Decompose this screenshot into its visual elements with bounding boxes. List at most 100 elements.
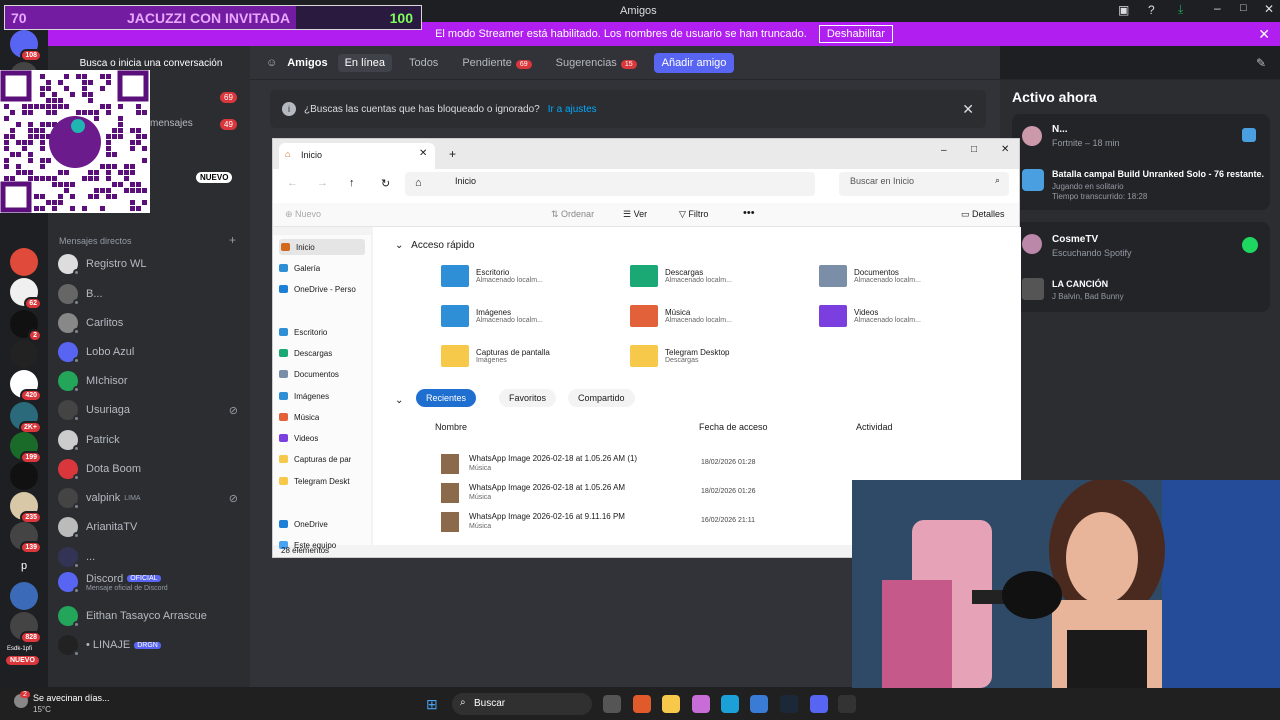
forward-icon[interactable]: →	[317, 177, 328, 189]
quick-access-item[interactable]: Escritorio Almacenado localm...	[441, 265, 543, 287]
file-row[interactable]: WhatsApp Image 2026-02-18 at 1.05.26 AM …	[439, 452, 999, 478]
edge-icon[interactable]	[721, 695, 739, 713]
dm-item[interactable]: MIchisor	[58, 367, 244, 395]
view-button[interactable]: ☰ Ver	[623, 209, 647, 220]
filter-pill[interactable]: Favoritos	[499, 389, 557, 407]
server-icon[interactable]: 199	[10, 432, 42, 464]
explorer-icon[interactable]	[662, 695, 680, 713]
nav-item[interactable]: Galería	[279, 260, 320, 276]
more-icon[interactable]: •••	[743, 207, 755, 219]
active-card-fortnite[interactable]: N... Fortnite – 18 min Batalla campal Bu…	[1012, 114, 1270, 210]
column-header[interactable]: Fecha de acceso	[699, 422, 768, 432]
copilot-icon[interactable]	[692, 695, 710, 713]
server-icon[interactable]: 139	[10, 522, 42, 554]
message-requests-label[interactable]: mensajes	[150, 118, 193, 129]
dm-item[interactable]: B...	[58, 280, 244, 308]
dm-item[interactable]: Discord OFICIAL Mensaje oficial de Discord	[58, 568, 244, 596]
quick-access-item[interactable]: Descargas Almacenado localm...	[630, 265, 732, 287]
server-icon[interactable]: 420	[10, 370, 42, 402]
tab-all[interactable]: Todos	[402, 54, 445, 72]
discord-icon[interactable]	[810, 695, 828, 713]
close-window-button[interactable]: ✕	[1264, 2, 1274, 16]
settings-link[interactable]: Ir a ajustes	[548, 104, 597, 115]
brave-icon[interactable]	[633, 695, 651, 713]
close-info-icon[interactable]: ✕	[962, 101, 974, 118]
tab-online[interactable]: En línea	[337, 53, 392, 72]
filter-pill[interactable]: Compartido	[568, 389, 635, 407]
dm-item[interactable]: • LINAJE DRGN	[58, 631, 244, 659]
close-tab-icon[interactable]: ✕	[419, 148, 427, 159]
quick-access-item[interactable]: Música Almacenado localm...	[630, 305, 732, 327]
quick-access-item[interactable]: Telegram Desktop Descargas	[630, 345, 729, 367]
dm-item[interactable]: valpink LIMA ⊘	[58, 484, 244, 512]
obs-icon[interactable]	[838, 695, 856, 713]
add-friend-button[interactable]: Añadir amigo	[653, 52, 735, 73]
server-icon[interactable]	[10, 582, 38, 610]
server-icon[interactable]: 2K+	[10, 402, 42, 434]
details-button[interactable]: ▭ Detalles	[961, 209, 1005, 220]
dm-item[interactable]: Dota Boom	[58, 455, 244, 483]
filter-pill[interactable]: Recientes	[416, 389, 477, 407]
server-icon[interactable]: 828	[10, 612, 42, 644]
quick-access-item[interactable]: Capturas de pantalla Imágenes	[441, 345, 550, 367]
store-icon[interactable]	[750, 695, 768, 713]
taskbar-search[interactable]	[452, 693, 592, 715]
dm-item[interactable]: Lobo Azul	[58, 338, 244, 366]
sort-button[interactable]: ⇅ Ordenar	[551, 209, 594, 220]
nav-item[interactable]: Escritorio	[279, 324, 327, 340]
inbox-icon[interactable]: ▣	[1118, 3, 1129, 17]
dm-item[interactable]: Registro WL	[58, 250, 244, 278]
server-icon[interactable]	[10, 248, 38, 276]
nav-item[interactable]: Inicio	[279, 239, 365, 255]
maximize-button[interactable]: □	[971, 144, 977, 155]
new-group-dm-icon[interactable]: ✎	[1256, 56, 1266, 70]
new-tab-icon[interactable]: +	[449, 147, 456, 161]
nav-item[interactable]: Imágenes	[279, 388, 329, 404]
tab-suggestions[interactable]: Sugerencias 15	[549, 54, 644, 72]
taskview-icon[interactable]	[603, 695, 621, 713]
dm-item[interactable]: ...	[58, 543, 244, 571]
server-icon[interactable]	[10, 462, 38, 490]
dm-item[interactable]: Carlitos	[58, 309, 244, 337]
add-dm-icon[interactable]: +	[229, 233, 236, 247]
nav-item[interactable]: Videos	[279, 430, 318, 446]
nav-item[interactable]: Documentos	[279, 366, 339, 382]
dm-item[interactable]: Usuriaga ⊘	[58, 396, 244, 424]
dm-item[interactable]: Patrick	[58, 426, 244, 454]
server-icon[interactable]: 235	[10, 492, 42, 524]
server-icon[interactable]: p	[10, 552, 38, 580]
minimize-button[interactable]: –	[1214, 1, 1221, 15]
tab-pending[interactable]: Pendiente 69	[455, 54, 538, 72]
quick-access-item[interactable]: Imágenes Almacenado localm...	[441, 305, 543, 327]
quick-access-item[interactable]: Videos Almacenado localm...	[819, 305, 921, 327]
close-window-button[interactable]: ✕	[1001, 144, 1009, 155]
nav-item[interactable]: Telegram Deskt	[279, 473, 350, 489]
filter-button[interactable]: ▽ Filtro	[679, 209, 708, 220]
server-icon[interactable]: 2	[10, 310, 42, 342]
minimize-button[interactable]: –	[941, 145, 947, 156]
refresh-icon[interactable]: ↻	[381, 177, 390, 190]
nav-item[interactable]: Música	[279, 409, 319, 425]
server-icon[interactable]	[10, 340, 38, 368]
maximize-button[interactable]: □	[1240, 2, 1247, 14]
weather-title[interactable]: Se avecinan días...	[33, 693, 110, 703]
quick-access-item[interactable]: Documentos Almacenado localm...	[819, 265, 921, 287]
column-header[interactable]: Actividad	[856, 422, 893, 432]
back-icon[interactable]: ←	[287, 177, 298, 189]
server-icon[interactable]: 62	[10, 278, 42, 310]
nav-item[interactable]: Descargas	[279, 345, 332, 361]
close-banner-icon[interactable]: ✕	[1258, 26, 1270, 43]
dm-item[interactable]: ArianitaTV	[58, 513, 244, 541]
download-icon[interactable]: ⤓	[1178, 2, 1183, 17]
column-header[interactable]: Nombre	[435, 422, 467, 432]
nav-item[interactable]: OneDrive - Perso	[279, 281, 356, 297]
windows-start-icon[interactable]: ⊞	[426, 696, 438, 713]
new-button[interactable]: ⊕ Nuevo	[285, 209, 321, 220]
nav-item[interactable]: OneDrive	[279, 516, 328, 532]
dm-item[interactable]: Eithan Tasayco Arrascue	[58, 602, 244, 630]
server-icon[interactable]: 108	[10, 30, 42, 62]
up-icon[interactable]: ↑	[349, 177, 355, 189]
active-card-spotify[interactable]: CosmeTV Escuchando Spotify LA CANCIÓN J …	[1012, 222, 1270, 312]
disable-streamer-button[interactable]: Deshabilitar	[818, 25, 893, 43]
collapse-recent-icon[interactable]: ⌄	[395, 395, 403, 406]
